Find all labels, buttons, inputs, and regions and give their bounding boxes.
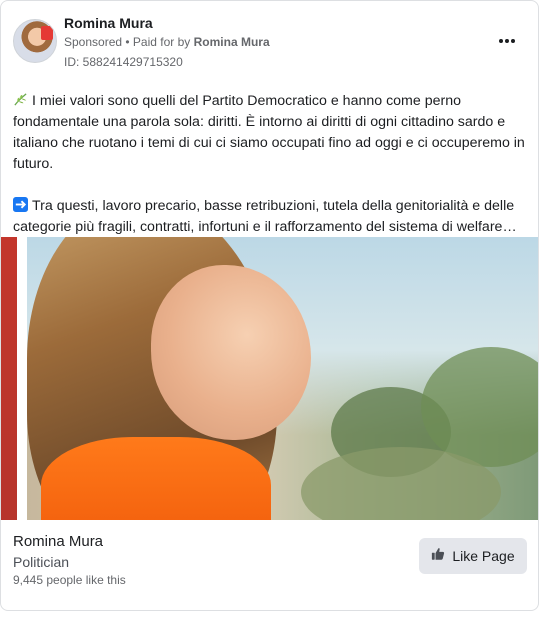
paragraph-1-text: I miei valori sono quelli del Partito De… bbox=[13, 93, 525, 172]
ad-image[interactable] bbox=[1, 237, 538, 520]
ad-id: ID: 588241429715320 bbox=[64, 55, 183, 69]
more-dot bbox=[505, 39, 509, 43]
more-dot bbox=[511, 39, 515, 43]
footer-category: Politician bbox=[13, 554, 70, 570]
more-options-icon[interactable] bbox=[495, 29, 519, 53]
paragraph-2-text: Tra questi, lavoro precario, basse retri… bbox=[13, 198, 517, 235]
ad-card: Romina Mura Sponsored • Paid for by Romi… bbox=[0, 0, 539, 611]
like-page-button[interactable]: Like Page bbox=[419, 538, 527, 574]
post-header: Romina Mura Sponsored • Paid for by Romi… bbox=[1, 1, 538, 77]
sponsored-line: Sponsored • Paid for by Romina Mura bbox=[64, 35, 270, 49]
author-avatar[interactable] bbox=[13, 19, 57, 63]
leaf-emoji-icon bbox=[13, 92, 28, 107]
post-text: I miei valori sono quelli del Partito De… bbox=[13, 91, 525, 238]
footer-likes-count: 9,445 people like this bbox=[13, 573, 126, 587]
thumbs-up-icon bbox=[431, 547, 445, 566]
post-paragraph-2: Tra questi, lavoro precario, basse retri… bbox=[13, 196, 525, 238]
footer-page-name[interactable]: Romina Mura bbox=[13, 533, 103, 550]
like-page-label: Like Page bbox=[452, 548, 515, 564]
image-shirt bbox=[41, 437, 271, 520]
image-left-strip bbox=[1, 237, 17, 520]
avatar-badge bbox=[41, 26, 53, 40]
image-divider bbox=[17, 237, 27, 520]
paid-for-name: Romina Mura bbox=[193, 35, 270, 49]
more-dot bbox=[499, 39, 503, 43]
post-paragraph-1: I miei valori sono quelli del Partito De… bbox=[13, 91, 525, 175]
sponsored-label: Sponsored bbox=[64, 35, 123, 49]
author-name[interactable]: Romina Mura bbox=[64, 15, 153, 31]
paid-for-prefix: • Paid for by bbox=[125, 35, 191, 49]
right-arrow-emoji-icon bbox=[13, 197, 28, 212]
